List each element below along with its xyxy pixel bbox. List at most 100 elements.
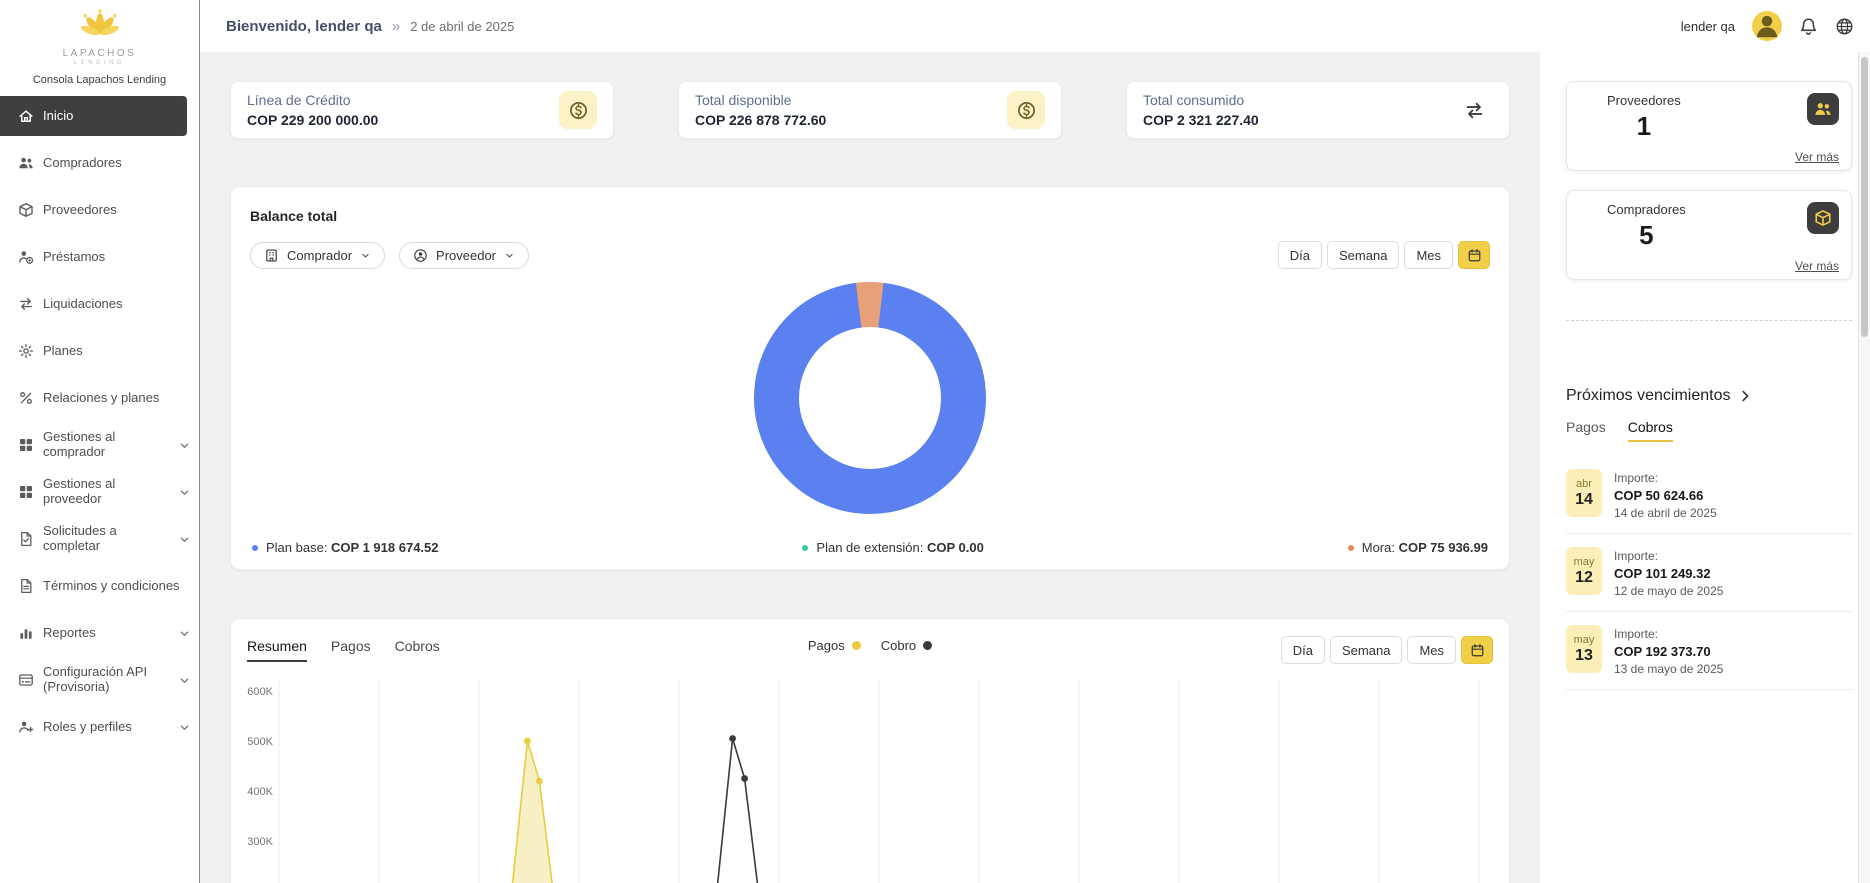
sidebar-item-label: Roles y perfiles: [43, 720, 169, 735]
api-card-icon: [18, 672, 34, 688]
scrollbar-thumb[interactable]: [1861, 57, 1868, 337]
sidebar-item-terminos-y-condiciones[interactable]: Términos y condiciones: [0, 566, 199, 606]
sidebar-item-reportes[interactable]: Reportes: [0, 613, 199, 653]
chart-legend-dot: [923, 641, 932, 650]
sidebar-item-compradores[interactable]: Compradores: [0, 143, 199, 183]
vencimientos-tab-cobros[interactable]: Cobros: [1628, 419, 1673, 442]
tab-cobros[interactable]: Cobros: [395, 638, 440, 662]
balance-legend: Plan base: COP 1 918 674.52 Plan de exte…: [252, 540, 1488, 555]
importe-amount: COP 101 249.32: [1614, 566, 1723, 581]
sidebar-item-gestiones-al-proveedor[interactable]: Gestiones al proveedor: [0, 472, 199, 512]
sidebar-item-configuracion-api-provisoria[interactable]: Configuración API (Provisoria): [0, 660, 199, 700]
sidebar: LAPACHOS LENDING Consola Lapachos Lendin…: [0, 0, 200, 883]
breadcrumb: Bienvenido, lender qa » 2 de abril de 20…: [226, 18, 514, 35]
svg-text:400K: 400K: [247, 786, 273, 798]
sidebar-item-prestamos[interactable]: Préstamos: [0, 237, 199, 277]
brand-logo: LAPACHOS LENDING: [0, 0, 199, 66]
importe-amount: COP 50 624.66: [1614, 488, 1717, 503]
package-icon: [1814, 209, 1832, 227]
coin-icon: [1016, 100, 1037, 121]
ver-mas-link[interactable]: Ver más: [1795, 259, 1839, 273]
sidebar-item-label: Solicitudes a completar: [43, 524, 169, 554]
coin-icon-tile: [1007, 91, 1045, 129]
filter-comprador[interactable]: Comprador: [250, 242, 385, 269]
doc-check-icon: [18, 531, 34, 547]
summary-card-count: 5: [1607, 220, 1686, 251]
sidebar-item-planes[interactable]: Planes: [0, 331, 199, 371]
date-badge: may 12: [1566, 547, 1602, 595]
vencimiento-details: Importe: COP 50 624.66 14 de abril de 20…: [1614, 469, 1717, 520]
balance-card: Balance total Comprador Proveedor DíaSem…: [230, 186, 1510, 570]
summary-card-info: Compradores 5: [1607, 202, 1686, 251]
chevron-right-icon: [1737, 388, 1753, 404]
period-semana-button[interactable]: Semana: [1330, 636, 1402, 664]
chevron-down-icon: [360, 250, 371, 261]
sidebar-item-label: Relaciones y planes: [43, 391, 191, 406]
bar-chart-icon: [18, 625, 34, 641]
chevron-down-icon: [178, 439, 191, 452]
sidebar-item-roles-y-perfiles[interactable]: Roles y perfiles: [0, 707, 199, 747]
donut-chart-wrap: [250, 282, 1490, 514]
period-mes-button[interactable]: Mes: [1404, 241, 1453, 269]
summary-card-title: Compradores: [1607, 202, 1686, 217]
language-globe-icon[interactable]: [1835, 17, 1854, 36]
vencimiento-item[interactable]: may 12 Importe: COP 101 249.32 12 de may…: [1566, 534, 1852, 612]
sidebar-item-label: Liquidaciones: [43, 297, 191, 312]
vencimiento-item[interactable]: abr 14 Importe: COP 50 624.66 14 de abri…: [1566, 456, 1852, 534]
chart-legend-label: Pagos: [808, 638, 845, 653]
users-icon-tile: [1807, 93, 1839, 125]
coin-icon-tile: [559, 91, 597, 129]
file-text-icon: [18, 578, 34, 594]
sidebar-item-inicio[interactable]: Inicio: [0, 96, 187, 136]
console-label: Consola Lapachos Lending: [0, 74, 199, 86]
building-icon: [264, 248, 279, 263]
legend-plan-base: Plan base: COP 1 918 674.52: [252, 540, 439, 555]
ver-mas-link[interactable]: Ver más: [1795, 150, 1839, 164]
period-dia-button[interactable]: Día: [1278, 241, 1322, 269]
tab-resumen[interactable]: Resumen: [247, 638, 307, 662]
stat-label: Total consumido: [1143, 92, 1259, 108]
summary-chart-card: Resumen Pagos Cobros Pagos Cobro DíaSema…: [230, 618, 1510, 883]
vencimientos-chevron-right-icon[interactable]: [1737, 388, 1753, 404]
sidebar-item-gestiones-al-comprador[interactable]: Gestiones al comprador: [0, 425, 199, 465]
dashed-divider: [1566, 320, 1852, 321]
legend-plan-de-extension: Plan de extensión: COP 0.00: [802, 540, 983, 555]
sidebar-item-solicitudes-a-completar[interactable]: Solicitudes a completar: [0, 519, 199, 559]
importe-label: Importe:: [1614, 549, 1723, 563]
user-plus-icon: [18, 719, 34, 735]
filter-label: Comprador: [287, 248, 352, 263]
brand-name: LAPACHOS: [0, 48, 199, 59]
vencimientos-tab-pagos[interactable]: Pagos: [1566, 419, 1606, 442]
stat-card-total-consumido: Total consumido COP 2 321 227.40: [1126, 81, 1510, 139]
stat-value: COP 2 321 227.40: [1143, 112, 1259, 128]
importe-label: Importe:: [1614, 471, 1717, 485]
vertical-scrollbar[interactable]: [1858, 52, 1870, 883]
period-semana-button[interactable]: Semana: [1327, 241, 1399, 269]
sidebar-item-label: Proveedores: [43, 203, 191, 218]
tab-pagos[interactable]: Pagos: [331, 638, 371, 662]
badge-month: abr: [1576, 478, 1592, 490]
calendar-button[interactable]: [1461, 636, 1493, 664]
topbar: Bienvenido, lender qa » 2 de abril de 20…: [200, 0, 1870, 52]
period-mes-button[interactable]: Mes: [1407, 636, 1456, 664]
period-dia-button[interactable]: Día: [1281, 636, 1325, 664]
chevron-down-icon: [178, 674, 191, 687]
legend-text: Plan base: COP 1 918 674.52: [266, 540, 439, 555]
app-root: LAPACHOS LENDING Consola Lapachos Lendin…: [0, 0, 1870, 883]
balance-title: Balance total: [250, 208, 1490, 224]
summary-line-chart: 600K500K400K300K: [247, 680, 1493, 883]
sidebar-item-proveedores[interactable]: Proveedores: [0, 190, 199, 230]
coin-icon: [568, 100, 589, 121]
filter-proveedor[interactable]: Proveedor: [399, 242, 529, 269]
notifications-bell-icon[interactable]: [1799, 17, 1818, 36]
sidebar-item-label: Préstamos: [43, 250, 191, 265]
sidebar-item-relaciones-y-planes[interactable]: Relaciones y planes: [0, 378, 199, 418]
package-icon-tile: [1807, 202, 1839, 234]
summary-card-compradores: Compradores 5 Ver más: [1566, 190, 1852, 280]
vencimiento-item[interactable]: may 13 Importe: COP 192 373.70 13 de may…: [1566, 612, 1852, 690]
sidebar-nav: Inicio Compradores Proveedores Préstamos…: [0, 96, 199, 747]
sidebar-item-liquidaciones[interactable]: Liquidaciones: [0, 284, 199, 324]
calendar-button[interactable]: [1458, 241, 1490, 269]
chevron-down-icon: [178, 486, 191, 499]
user-avatar[interactable]: [1752, 11, 1782, 41]
